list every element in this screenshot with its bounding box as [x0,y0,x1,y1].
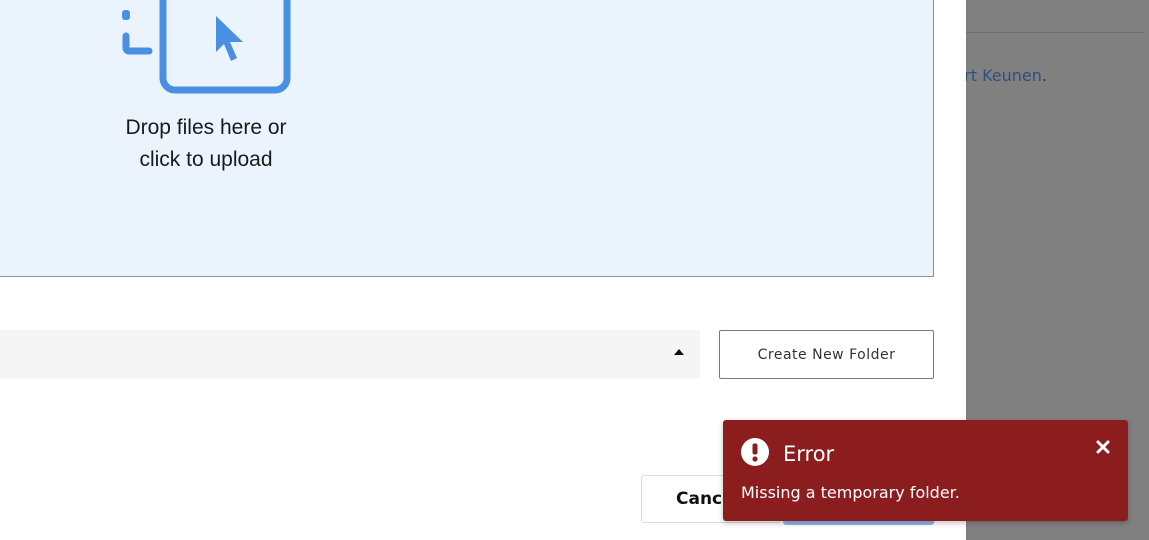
author-link-suffix: . [1041,66,1047,85]
author-link-text[interactable]: urt Keunen [954,66,1042,85]
close-icon[interactable] [1095,439,1111,455]
toast-title: Error [783,442,835,466]
dropzone-line-2: click to upload [139,148,273,171]
caret-up-icon[interactable] [674,349,684,355]
upload-cursor-icon [122,0,291,94]
background-author-link: urt Keunen. [954,66,1047,85]
dropzone-line-1: Drop files here or [125,116,287,139]
dropzone-instructions: Drop files here or click to upload [106,112,306,176]
folder-path-bar [0,330,700,379]
file-dropzone[interactable]: Drop files here or click to upload [0,0,934,277]
exclamation-circle-icon [741,438,769,466]
background-divider [966,32,1144,33]
create-new-folder-button[interactable]: Create New Folder [719,330,934,379]
error-toast: Error Missing a temporary folder. [723,420,1128,521]
toast-message: Missing a temporary folder. [741,483,960,502]
screen: urt Keunen. Drop files here or click to … [0,0,1149,540]
